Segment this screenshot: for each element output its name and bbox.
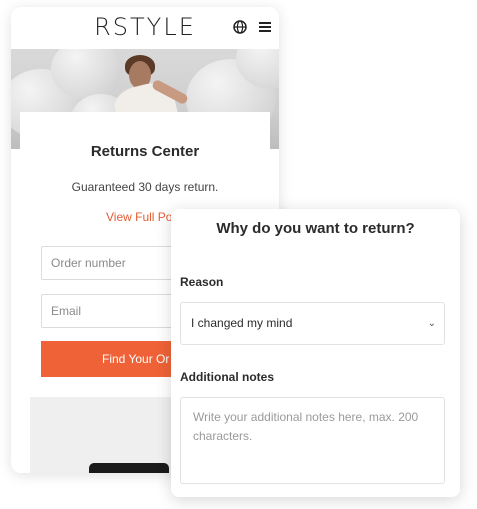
notes-label: Additional notes [180, 370, 274, 384]
hamburger-menu-icon[interactable] [259, 20, 271, 34]
product-image-detail [89, 463, 169, 473]
reason-select[interactable]: I changed my mind ⌄ [180, 302, 445, 345]
additional-notes-textarea[interactable]: Write your additional notes here, max. 2… [180, 397, 445, 484]
returns-subtitle: Guaranteed 30 days return. [71, 180, 219, 194]
globe-icon[interactable] [233, 20, 247, 34]
chevron-down-icon: ⌄ [427, 318, 436, 329]
view-policy-link[interactable]: View Full Poli [106, 210, 178, 224]
modal-title: Why do you want to return? [216, 220, 415, 237]
top-bar: RSTYLE [11, 7, 279, 49]
return-reason-modal: Why do you want to return? Reason I chan… [171, 209, 460, 497]
reason-label: Reason [180, 275, 224, 289]
reason-select-value: I changed my mind [191, 316, 293, 330]
page-title: Returns Center [90, 143, 200, 160]
